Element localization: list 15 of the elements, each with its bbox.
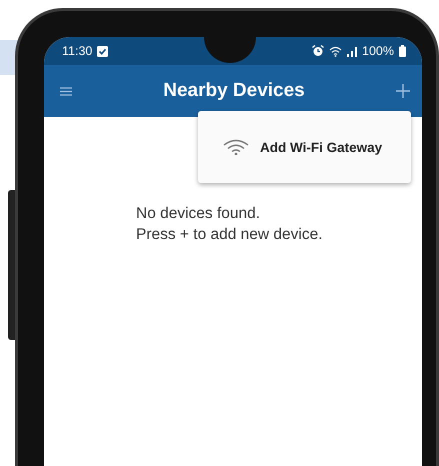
checkbox-icon [97, 46, 108, 56]
camera-notch [204, 37, 256, 63]
status-time: 11:30 [62, 44, 92, 58]
empty-message: Press + to add new device. [136, 225, 323, 245]
add-icon[interactable] [396, 84, 410, 98]
app-title: Nearby Devices [162, 80, 306, 102]
menu-icon[interactable] [60, 86, 72, 96]
battery-percentage: 100% [362, 44, 394, 58]
wifi-icon [222, 139, 250, 155]
empty-message: No devices found. [136, 204, 260, 224]
wifi-icon [329, 46, 342, 56]
battery-icon [399, 45, 406, 57]
menu-item[interactable]: Add Wi-Fi Gateway [198, 123, 411, 171]
signal-icon [347, 46, 358, 56]
alarm-icon [312, 45, 324, 57]
